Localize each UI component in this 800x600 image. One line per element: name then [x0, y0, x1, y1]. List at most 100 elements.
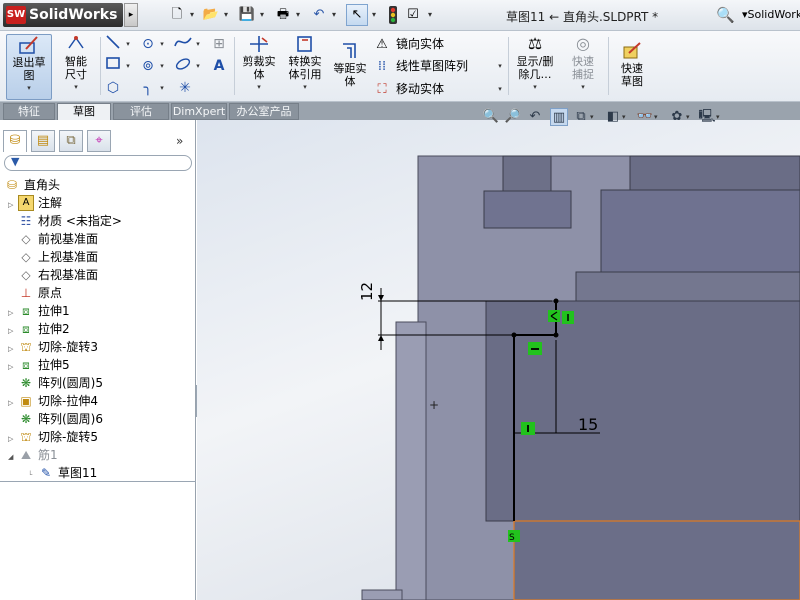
select-icon[interactable]: ↖ — [346, 4, 368, 26]
relations-dropdown-icon[interactable]: ▾ — [512, 81, 558, 94]
horizontal-relation-icon[interactable] — [528, 342, 542, 355]
tab-evaluate[interactable]: 评估 — [113, 103, 169, 120]
polygon-icon[interactable]: ⬡ — [104, 78, 122, 98]
slot-icon[interactable]: ⊚ — [139, 56, 157, 76]
tree-item[interactable]: ☷ 材质 <未指定> — [8, 212, 122, 230]
trim-dropdown-icon[interactable]: ▾ — [238, 81, 280, 94]
spline-icon[interactable] — [174, 34, 192, 54]
search-box[interactable]: 🔍 ▾SolidWorks — [714, 4, 800, 26]
slot-dropdown-icon[interactable]: ▾ — [158, 56, 166, 76]
tree-item[interactable]: ⊥ 原点 — [8, 284, 62, 302]
tree-item[interactable]: ◇ 右视基准面 — [8, 266, 98, 284]
coincident-relation-icon[interactable]: S — [508, 530, 520, 543]
tree-item[interactable]: ▷ ⧈ 拉伸2 — [8, 320, 70, 338]
fillet-icon[interactable]: ╮ — [139, 78, 157, 98]
rectangle-icon[interactable] — [104, 56, 122, 76]
tree-item[interactable]: ❋ 阵列(圆周)6 — [8, 410, 103, 428]
save-icon[interactable]: 💾 — [238, 6, 256, 24]
line-icon[interactable] — [104, 34, 122, 54]
tree-filter[interactable]: ▼ — [4, 155, 192, 171]
sketch-endpoint[interactable] — [553, 332, 559, 338]
tab-dimxpert[interactable]: DimXpert — [171, 103, 227, 120]
menu-expand-arrow[interactable]: ▸ — [124, 3, 138, 27]
dimension-horizontal-value[interactable]: 15 — [578, 415, 598, 434]
convert-dropdown-icon[interactable]: ▾ — [284, 81, 326, 94]
display-style-icon[interactable]: ◧ — [604, 108, 622, 126]
options-icon[interactable]: ☑ — [404, 6, 422, 24]
smart-dimension-dropdown-icon[interactable]: ▾ — [55, 81, 97, 94]
tree-item[interactable]: ▷ A 注解 — [8, 194, 62, 212]
tree-item[interactable]: ▷ ⧈ 拉伸5 — [8, 356, 70, 374]
linear-pattern-dropdown-icon[interactable]: ▾ — [496, 56, 504, 76]
hide-show-dropdown-icon[interactable]: ▾ — [654, 108, 662, 126]
section-view-icon[interactable]: ▥ — [550, 108, 568, 126]
view-settings-dropdown-icon[interactable]: ▾ — [716, 108, 724, 126]
vertical-relation-icon[interactable] — [521, 422, 535, 435]
tab-features[interactable]: 特征 — [3, 103, 55, 120]
move-entities-button[interactable]: ⛶ 移动实体 — [374, 79, 444, 99]
zoom-to-fit-icon[interactable]: 🔍 — [482, 108, 500, 126]
quick-snaps-dropdown-icon[interactable]: ▾ — [562, 81, 604, 94]
collapse-arrow-icon[interactable]: ◢ — [8, 448, 18, 466]
open-dropdown-icon[interactable]: ▾ — [222, 6, 230, 24]
exit-sketch-button[interactable]: 退出草图 ▾ — [6, 34, 52, 100]
tab-sketch[interactable]: 草图 — [57, 103, 111, 120]
mirror-entities-button[interactable]: ⚠ 镜向实体 — [374, 34, 444, 54]
dimension-vertical-value[interactable]: 12 — [358, 282, 376, 301]
smart-dimension-button[interactable]: 智能尺寸 ▾ — [55, 34, 97, 94]
line-dropdown-icon[interactable]: ▾ — [124, 34, 132, 54]
print-dropdown-icon[interactable]: ▾ — [294, 6, 302, 24]
ellipse-dropdown-icon[interactable]: ▾ — [194, 56, 202, 76]
display-style-dropdown-icon[interactable]: ▾ — [622, 108, 630, 126]
edit-appearance-icon[interactable]: ✿ — [668, 108, 686, 126]
fillet-dropdown-icon[interactable]: ▾ — [158, 78, 166, 98]
options-dropdown-icon[interactable]: ▾ — [426, 6, 434, 24]
tree-item[interactable]: ◇ 前视基准面 — [8, 230, 98, 248]
display-delete-relations-button[interactable]: ⚖ 显示/删除几… ▾ — [512, 34, 558, 94]
feature-manager-tab[interactable]: ⛁ — [3, 130, 27, 152]
selected-face[interactable] — [513, 520, 800, 600]
ellipse-icon[interactable] — [174, 56, 192, 76]
tree-item[interactable]: ▷ ⧈ 拉伸1 — [8, 302, 70, 320]
tree-item[interactable]: ◢ ⛰ 筋1 — [8, 446, 58, 464]
new-document-icon[interactable]: 🗋 — [168, 6, 186, 24]
select-dropdown-icon[interactable]: ▾ — [370, 6, 378, 24]
move-dropdown-icon[interactable]: ▾ — [496, 79, 504, 99]
exit-sketch-dropdown-icon[interactable]: ▾ — [7, 82, 51, 95]
pane-expand-icon[interactable]: » — [176, 134, 183, 148]
hide-show-items-icon[interactable]: 👓 — [636, 108, 654, 126]
spline-dropdown-icon[interactable]: ▾ — [194, 34, 202, 54]
trim-entities-button[interactable]: 剪裁实体 ▾ — [238, 34, 280, 94]
undo-icon[interactable]: ↶ — [310, 6, 328, 24]
rapid-sketch-button[interactable]: 快速草图 — [612, 41, 652, 88]
point-icon[interactable]: ✳ — [176, 78, 194, 98]
view-orientation-icon[interactable]: ⧉ — [572, 108, 590, 126]
convert-entities-button[interactable]: 转换实体引用 ▾ — [284, 34, 326, 94]
zoom-to-area-icon[interactable]: 🔎 — [504, 108, 522, 126]
open-icon[interactable]: 📂 — [202, 6, 220, 24]
tree-item-active-sketch[interactable]: └ ✎ 草图11 — [28, 464, 97, 482]
circle-icon[interactable]: ⊙ — [139, 34, 157, 54]
view-settings-icon[interactable]: 🖳 — [698, 108, 716, 126]
tree-root[interactable]: ⛁ 直角头 — [4, 176, 60, 194]
tree-item[interactable]: ◇ 上视基准面 — [8, 248, 98, 266]
previous-view-icon[interactable]: ↶ — [526, 108, 544, 126]
sketch-grid-icon[interactable]: ⊞ — [210, 34, 228, 54]
offset-entities-button[interactable]: 等距实体 — [330, 41, 370, 88]
tree-item[interactable]: ▷ ▣ 切除-拉伸4 — [8, 392, 98, 410]
rebuild-icon[interactable] — [384, 6, 402, 24]
quick-snaps-button[interactable]: ◎ 快速捕捉 ▾ — [562, 34, 604, 94]
model-view[interactable]: 12 15 S + — [197, 120, 800, 600]
tree-item[interactable]: ▷ ⛫ 切除-旋转5 — [8, 428, 98, 446]
tree-item[interactable]: ❋ 阵列(圆周)5 — [8, 374, 103, 392]
property-manager-tab[interactable]: ▤ — [31, 130, 55, 152]
save-dropdown-icon[interactable]: ▾ — [258, 6, 266, 24]
configuration-manager-tab[interactable]: ⧉ — [59, 130, 83, 152]
solidworks-menu-button[interactable]: SW SolidWorks — [3, 3, 123, 27]
edit-appearance-dropdown-icon[interactable]: ▾ — [686, 108, 694, 126]
view-orientation-dropdown-icon[interactable]: ▾ — [590, 108, 598, 126]
new-dropdown-icon[interactable]: ▾ — [188, 6, 196, 24]
circle-dropdown-icon[interactable]: ▾ — [158, 34, 166, 54]
tree-item[interactable]: ▷ ⛫ 切除-旋转3 — [8, 338, 98, 356]
linear-pattern-button[interactable]: ⁞⁞ 线性草图阵列 — [374, 56, 468, 76]
